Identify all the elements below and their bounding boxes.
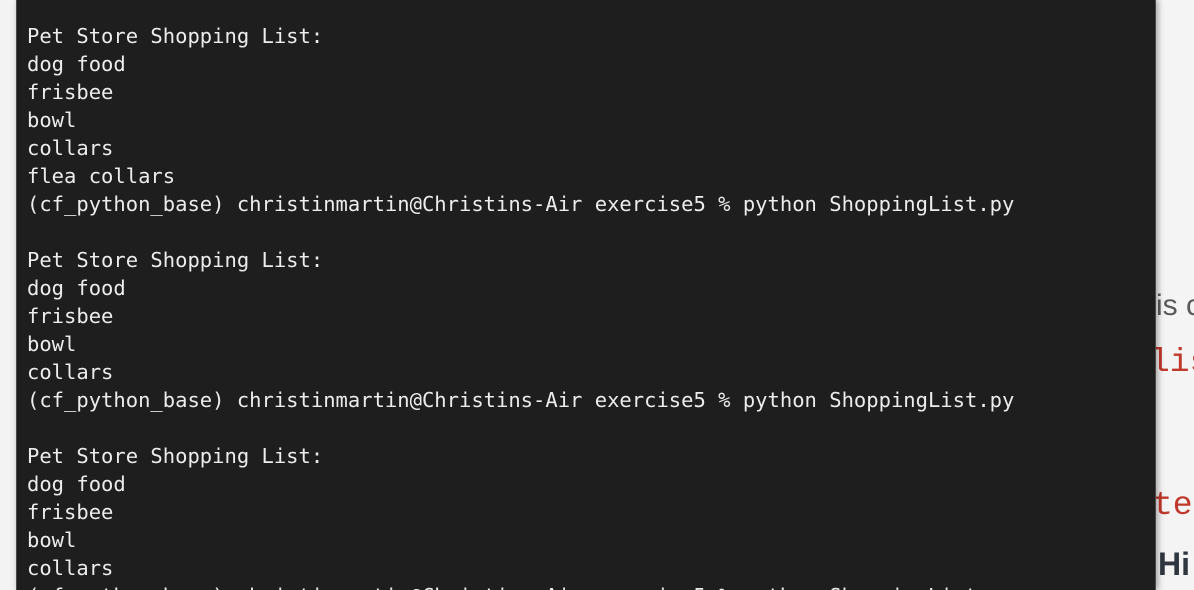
terminal-output-line: frisbee [27, 80, 114, 104]
terminal-output-line: frisbee [27, 304, 114, 328]
desktop: is c lis te Hi Pet Store Shopping List: d… [0, 0, 1194, 590]
terminal-prompt-line: (cf_python_base) christinmartin@Christin… [27, 192, 1015, 216]
terminal-output-line: bowl [27, 528, 77, 552]
terminal-output-line: bowl [27, 332, 77, 356]
terminal-output-line: dog food [27, 472, 126, 496]
terminal-output-line: collars [27, 556, 114, 580]
background-heading-fragment: Hi [1158, 546, 1190, 582]
background-text-fragment: is c [1156, 289, 1194, 322]
terminal-output-line: Pet Store Shopping List: [27, 248, 324, 272]
background-code-fragment: lis [1150, 344, 1194, 381]
terminal-output-line: collars [27, 136, 114, 160]
background-document: is c lis te Hi [1150, 0, 1194, 590]
terminal-prompt-line: (cf_python_base) christinmartin@Christin… [27, 388, 1015, 412]
terminal-output-line: Pet Store Shopping List: [27, 24, 324, 48]
terminal-output-line: collars [27, 360, 114, 384]
terminal-output-line: Pet Store Shopping List: [27, 444, 324, 468]
terminal-prompt-line: (cf_python_base) christinmartin@Christin… [27, 582, 1014, 590]
terminal-output-line: dog food [27, 52, 126, 76]
terminal-output-line: flea collars [27, 164, 176, 188]
terminal-output-line: bowl [27, 108, 77, 132]
terminal-output-line: dog food [27, 276, 126, 300]
background-code-fragment: te [1153, 487, 1193, 524]
terminal-output-line: frisbee [27, 500, 114, 524]
terminal-window[interactable]: Pet Store Shopping List: dog food frisbee b… [16, 0, 1156, 590]
terminal-output[interactable]: Pet Store Shopping List: dog food frisbee b… [27, 22, 1014, 590]
